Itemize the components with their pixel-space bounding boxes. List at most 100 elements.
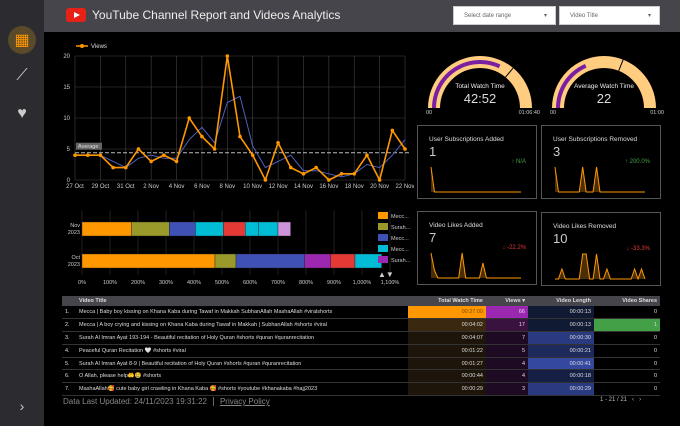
heart-icon[interactable]: ♥: [8, 100, 36, 128]
video-title: MashaAllah🥰 cute baby girl crawling in K…: [76, 382, 408, 397]
x-tick-label: 900%: [327, 280, 341, 286]
bar-segment: [277, 221, 291, 237]
watch-time: 00:01:22: [408, 344, 486, 358]
card-title: User Subscriptions Added: [429, 136, 504, 143]
table-row[interactable]: 7. MashaAllah🥰 cute baby girl crawling in…: [62, 382, 660, 397]
views: 3: [486, 382, 528, 397]
legend-label: Surah...: [391, 258, 411, 264]
bar-segment: [245, 221, 259, 237]
col-index: [62, 296, 76, 306]
x-tick-label: 14 Nov: [294, 184, 313, 190]
x-tick-label: 300%: [159, 280, 173, 286]
chevron-right-icon[interactable]: ›: [8, 392, 36, 420]
views-point: [263, 178, 268, 182]
sparkline-line: [430, 166, 521, 193]
sparkline: [430, 252, 521, 279]
table-row[interactable]: 1. Mecca | Baby boy kissing on Khana Kaba…: [62, 306, 660, 320]
prev-page-button[interactable]: ‹: [632, 397, 634, 403]
pagination: 1 - 21 / 21 ‹ ›: [600, 397, 641, 403]
sparkline-line: [430, 252, 521, 279]
views-point: [365, 153, 369, 157]
col-video-length[interactable]: Video Length: [528, 296, 594, 306]
views: 4: [486, 369, 528, 384]
x-tick-label: 12 Nov: [269, 184, 288, 190]
video-shares: 0: [594, 382, 660, 397]
x-tick-label: 4 Nov: [169, 184, 185, 190]
legend-label: Mecc...: [391, 214, 409, 220]
video-title: O Allah, please help🤲😢 #shorts: [76, 369, 408, 384]
views-point: [238, 134, 242, 139]
watch-time: 00:00:44: [408, 369, 486, 384]
views-line-chart: 0510152027 Oct 29 Oct 31 Oct 2 Nov 4 Nov 6 No…: [63, 44, 414, 190]
sparkline-area: [431, 167, 521, 192]
video-length: 00:00:21: [528, 344, 594, 358]
trend-icon[interactable]: ⟋: [8, 62, 36, 90]
x-tick-label: 1,100%: [381, 280, 400, 286]
sparkline: [430, 166, 521, 193]
video-length: 00:00:13: [528, 318, 594, 333]
x-tick-label: 800%: [299, 280, 313, 286]
dashboard-icon[interactable]: ▦: [8, 26, 36, 54]
gauge-label: Average Watch Time: [574, 83, 634, 90]
bar-segment: [304, 253, 331, 269]
row-index: 6.: [62, 369, 76, 384]
table-row[interactable]: 4. Peaceful Quran Recitation 🤍 #shorts #v…: [62, 344, 660, 358]
legend-label: Views: [91, 44, 107, 50]
x-tick-label: 600%: [243, 280, 257, 286]
row-index: 3.: [62, 331, 76, 345]
col-video-shares[interactable]: Video Shares: [594, 296, 660, 306]
privacy-policy-link[interactable]: Privacy Policy: [212, 397, 270, 406]
x-tick-label: 500%: [215, 280, 229, 286]
x-tick-label: 18 Nov: [345, 184, 364, 190]
views-point: [73, 153, 77, 157]
gauge-value: 42:52: [463, 91, 497, 106]
scorecard-subscriptions-added: User Subscriptions Added 1 ↑ N/A: [417, 125, 537, 199]
views-point: [162, 153, 166, 157]
views-point: [225, 54, 230, 58]
legend-label: Mecc...: [391, 247, 409, 253]
col-video-title[interactable]: Video Title: [76, 296, 408, 306]
scorecard-subscriptions-removed: User Subscriptions Removed 3 ↑ 200.0%: [541, 125, 661, 199]
y-tick-label: 15: [63, 85, 70, 91]
gauge-min: 00: [550, 110, 557, 116]
next-page-button[interactable]: ›: [639, 397, 641, 403]
sparkline-area: [431, 253, 521, 278]
table-row[interactable]: 6. O Allah, please help🤲😢 #shorts 00:00:44…: [62, 369, 660, 384]
category-label: 2023: [68, 230, 80, 236]
legend-label: Mecc...: [391, 236, 409, 242]
x-tick-label: 100%: [103, 280, 117, 286]
date-range-select[interactable]: Select date range ▾: [453, 6, 556, 25]
bar-segment: [81, 221, 132, 237]
gauge-value: 22: [596, 91, 612, 106]
views-point: [390, 128, 395, 133]
x-tick-label: 0%: [78, 280, 86, 286]
y-tick-label: 20: [63, 54, 70, 60]
table-row[interactable]: 5. Surah Al Imran Ayat 8-9 | Beautiful re…: [62, 357, 660, 371]
views-point: [288, 165, 293, 170]
bar-segment: [214, 253, 237, 269]
views-point: [187, 116, 192, 120]
row-index: 4.: [62, 344, 76, 358]
table-row[interactable]: 2. Mecca | A boy crying and kissing on Kh…: [62, 318, 660, 333]
x-tick-label: 6 Nov: [194, 184, 210, 190]
video-shares: 0: [594, 344, 660, 358]
x-tick-label: 200%: [131, 280, 145, 286]
col-watch-time[interactable]: Total Watch Time: [408, 296, 486, 306]
views-point: [174, 159, 179, 164]
video-title-filter[interactable]: Video Title ▾: [559, 6, 660, 25]
views: 5: [486, 344, 528, 358]
col-views[interactable]: Views ▾: [486, 296, 528, 306]
video-length: 00:00:13: [528, 306, 594, 320]
video-length: 00:00:30: [528, 331, 594, 345]
category-label: Oct: [71, 255, 80, 261]
gauge-average-watch-time: Average Watch Time 22 00 01:00: [544, 44, 664, 116]
x-tick-label: 22 Nov: [395, 184, 414, 190]
gauge-max: 01:06:40: [518, 110, 540, 116]
table-row[interactable]: 3. Surah Al Imran Ayat 193-194 - Beautifu…: [62, 331, 660, 345]
views-point: [352, 172, 357, 176]
table-header: Video Title Total Watch Time Views ▾ Vid…: [62, 296, 660, 306]
sparkline-area: [555, 254, 645, 279]
x-tick-label: 2 Nov: [143, 184, 159, 190]
watch-time: 00:04:07: [408, 331, 486, 345]
views: 4: [486, 357, 528, 371]
